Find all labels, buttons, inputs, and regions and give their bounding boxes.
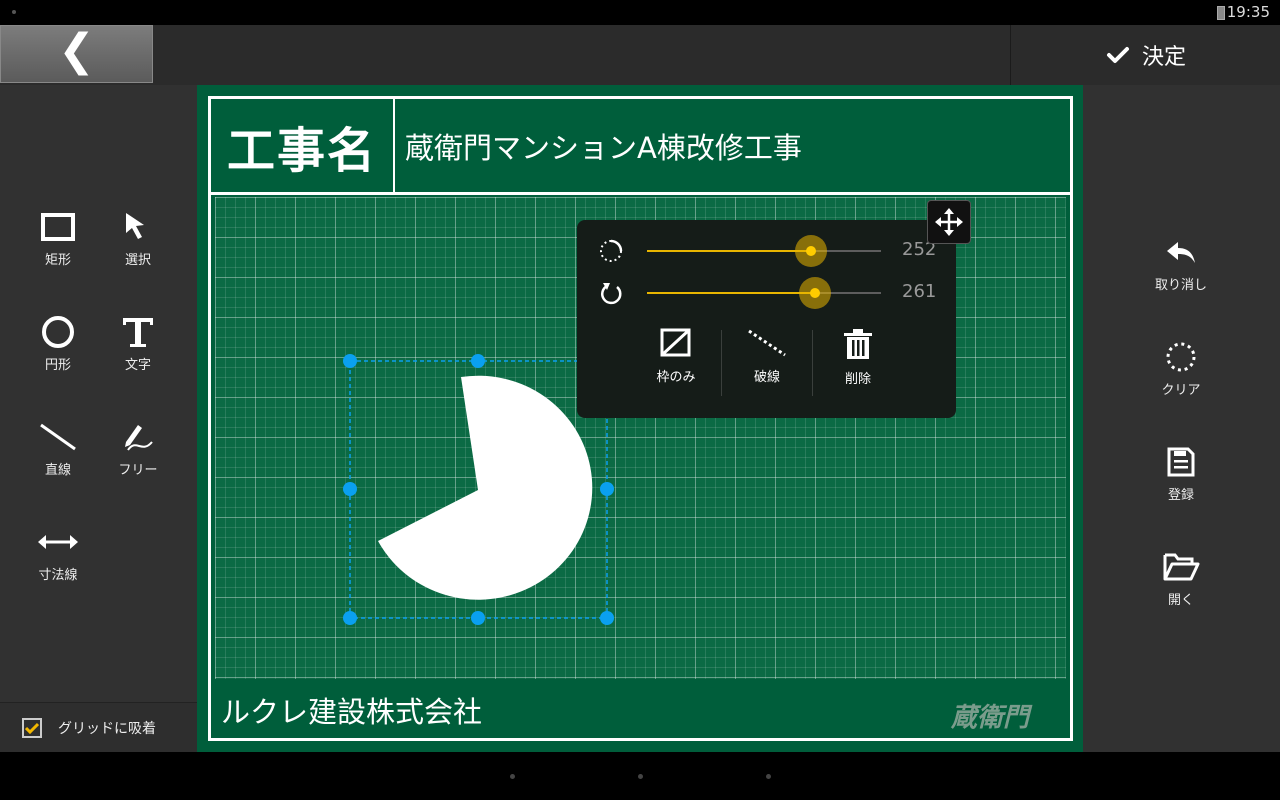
left-tool-panel: 矩形 選択 円形 文字 直線 フリー 寸法線 グリッドに吸着: [0, 85, 197, 753]
open-folder-icon: [1163, 553, 1200, 581]
rectangle-icon: [41, 213, 75, 241]
nav-recent-dot[interactable]: [766, 774, 771, 779]
tool-label: 選択: [124, 253, 151, 268]
status-clock: 19:35: [1226, 3, 1270, 21]
delete-label: 削除: [844, 372, 871, 387]
open-label: 開く: [1167, 593, 1194, 608]
slider-fill: [647, 292, 816, 294]
right-tool-panel: 取り消し クリア 登録 開く: [1083, 85, 1280, 752]
open-button[interactable]: 開く: [1145, 545, 1217, 625]
dimension-arrow-icon: [38, 535, 78, 549]
board-title-row: 工事名 蔵衛門マンションA棟改修工事: [211, 99, 1070, 195]
board-frame: 工事名 蔵衛門マンションA棟改修工事 ルクレ建設株式会社 蔵衛門: [208, 96, 1073, 741]
outline-only-button[interactable]: 枠のみ: [631, 328, 721, 398]
grid-snap-toggle[interactable]: グリッドに吸着: [0, 702, 197, 753]
move-arrows-icon: [935, 208, 963, 236]
outline-only-label: 枠のみ: [656, 370, 696, 385]
tool-label: 文字: [124, 358, 151, 373]
top-toolbar: ❮ 決定: [0, 25, 1280, 86]
checkmark-icon: [25, 722, 39, 734]
tool-label: 円形: [44, 358, 71, 373]
tool-label: 矩形: [44, 253, 71, 268]
nav-back-dot[interactable]: [510, 774, 515, 779]
notification-dot: [12, 10, 16, 14]
sweep-angle-slider[interactable]: 261: [577, 273, 956, 313]
line-icon: [40, 423, 76, 451]
freehand-pen-icon: [125, 425, 153, 451]
text-T-icon: [123, 318, 153, 347]
circle-icon: [42, 316, 74, 348]
slider-fill: [647, 250, 811, 252]
system-nav-bar: [0, 752, 1280, 800]
register-button[interactable]: 登録: [1145, 440, 1217, 520]
trash-icon: [844, 329, 872, 359]
cursor-arrow-icon: [126, 213, 144, 239]
delete-button[interactable]: 削除: [813, 328, 903, 398]
start-angle-icon: [600, 239, 623, 262]
grid-snap-label: グリッドに吸着: [58, 721, 156, 737]
confirm-label: 決定: [1141, 45, 1186, 70]
board-title-value[interactable]: 蔵衛門マンションA棟改修工事: [405, 99, 802, 192]
board-title-label: 工事名: [211, 99, 395, 192]
register-label: 登録: [1167, 488, 1194, 503]
tool-line[interactable]: 直線: [22, 415, 94, 495]
tool-rectangle[interactable]: 矩形: [22, 205, 94, 285]
tool-label: 寸法線: [38, 568, 78, 583]
dashed-line-button[interactable]: 破線: [722, 328, 812, 398]
construction-board: 工事名 蔵衛門マンションA棟改修工事 ルクレ建設株式会社 蔵衛門: [197, 85, 1083, 752]
save-icon: [1167, 447, 1195, 477]
confirm-button[interactable]: 決定: [1010, 25, 1280, 85]
brand-watermark: 蔵衛門: [951, 703, 1030, 733]
slider-thumb[interactable]: [805, 246, 816, 256]
tool-text[interactable]: 文字: [102, 310, 174, 390]
tool-label: フリー: [118, 463, 158, 478]
dashed-line-label: 破線: [753, 370, 780, 385]
sweep-angle-value: 261: [902, 281, 937, 302]
outline-only-icon: [660, 328, 691, 357]
checkmark-icon: [1106, 47, 1129, 63]
undo-icon: [1167, 242, 1195, 263]
undo-button[interactable]: 取り消し: [1145, 230, 1217, 310]
clear-label: クリア: [1161, 383, 1201, 398]
rotate-icon: [601, 283, 622, 305]
nav-home-dot[interactable]: [638, 774, 643, 779]
dotted-circle-icon: [1166, 342, 1196, 372]
chevron-left-icon: ❮: [58, 25, 95, 76]
tool-select[interactable]: 選択: [102, 205, 174, 285]
battery-icon: [1217, 6, 1225, 20]
tool-label: 直線: [44, 463, 71, 478]
start-angle-slider[interactable]: 252: [577, 231, 956, 271]
clear-button[interactable]: クリア: [1145, 335, 1217, 415]
tool-circle[interactable]: 円形: [22, 310, 94, 390]
undo-label: 取り消し: [1154, 278, 1207, 293]
popup-move-handle[interactable]: [927, 200, 971, 244]
tool-dimension[interactable]: 寸法線: [22, 520, 94, 600]
tool-freehand[interactable]: フリー: [102, 415, 174, 495]
shape-options-popup: 252 261 枠のみ 破線 削除: [577, 220, 956, 418]
status-bar: 19:35: [0, 0, 1280, 25]
grid-snap-checkbox[interactable]: [22, 718, 42, 738]
dashed-line-icon: [748, 329, 786, 357]
back-button[interactable]: ❮: [0, 25, 153, 83]
company-name[interactable]: ルクレ建設株式会社: [221, 689, 482, 731]
